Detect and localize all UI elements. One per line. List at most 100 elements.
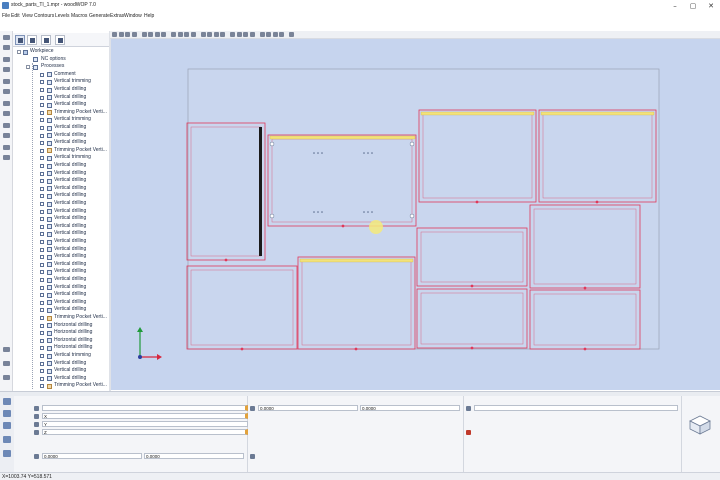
enable-checkbox[interactable] xyxy=(40,285,44,290)
enable-checkbox[interactable] xyxy=(40,224,44,229)
tree-item[interactable]: Vertical drilling xyxy=(13,253,109,261)
tree-item[interactable]: Vertical trimming xyxy=(13,154,109,162)
enable-checkbox[interactable] xyxy=(40,331,44,336)
enable-checkbox[interactable] xyxy=(40,232,44,237)
nc-generate-icon[interactable] xyxy=(279,32,284,37)
tree-item[interactable]: Vertical drilling xyxy=(13,170,109,178)
y-field[interactable]: Y xyxy=(42,421,248,427)
param-field-1[interactable]: 0.0000 xyxy=(258,405,358,411)
tree-item-processes[interactable]: - Processes xyxy=(13,63,109,71)
router-icon[interactable] xyxy=(3,436,11,443)
menu-extras[interactable]: Extras xyxy=(110,13,124,19)
tree-item[interactable]: Trimming Pocket Verti... xyxy=(13,109,109,117)
rotate-icon[interactable] xyxy=(207,32,212,37)
param-field-2[interactable]: 0.0000 xyxy=(360,405,460,411)
rectangle-tool-icon[interactable] xyxy=(3,101,10,106)
enable-checkbox[interactable] xyxy=(40,346,44,351)
layer-tool-icon[interactable] xyxy=(3,347,10,352)
collapse-icon[interactable]: - xyxy=(26,65,30,70)
lower-field-2[interactable]: 0.0000 xyxy=(144,453,244,459)
menu-levels[interactable]: Levels xyxy=(55,13,69,19)
enable-checkbox[interactable] xyxy=(40,186,44,191)
simulate-icon[interactable] xyxy=(272,32,278,37)
menu-macros[interactable]: Macros xyxy=(71,13,87,19)
tree-item[interactable]: Vertical drilling xyxy=(13,94,109,102)
tree-item[interactable]: Vertical drilling xyxy=(13,238,109,246)
maximize-button[interactable]: ▢ xyxy=(686,1,700,11)
save-icon[interactable] xyxy=(125,32,130,37)
tree-item[interactable]: Vertical trimming xyxy=(13,352,109,360)
collapse-icon[interactable]: - xyxy=(17,50,21,55)
view-3d-icon[interactable] xyxy=(236,32,242,37)
trim-tool-icon[interactable] xyxy=(3,145,10,150)
enable-checkbox[interactable] xyxy=(40,133,44,138)
tree-item[interactable]: Vertical drilling xyxy=(13,375,109,383)
enable-checkbox[interactable] xyxy=(40,293,44,298)
enable-checkbox[interactable] xyxy=(40,323,44,328)
enable-checkbox[interactable] xyxy=(40,247,44,252)
enable-checkbox[interactable] xyxy=(40,103,44,108)
menu-file[interactable]: File xyxy=(2,13,10,19)
menu-help[interactable]: Help xyxy=(144,13,154,19)
value-field[interactable] xyxy=(42,405,248,411)
circle-tool-icon[interactable] xyxy=(3,79,10,84)
extend-tool-icon[interactable] xyxy=(3,155,10,160)
view-top-icon[interactable] xyxy=(213,32,219,37)
enable-checkbox[interactable] xyxy=(40,255,44,260)
enable-checkbox[interactable] xyxy=(40,384,44,389)
edge-icon[interactable] xyxy=(3,450,11,457)
enable-checkbox[interactable] xyxy=(40,179,44,184)
tree-root-workpiece[interactable]: - Workpiece xyxy=(13,48,109,56)
drill-icon[interactable] xyxy=(3,410,11,417)
grid-icon[interactable] xyxy=(243,32,248,37)
enable-checkbox[interactable] xyxy=(40,300,44,305)
tree-item[interactable]: Vertical drilling xyxy=(13,162,109,170)
tree-item[interactable]: Horizontal drilling xyxy=(13,344,109,352)
tree-item[interactable]: Vertical drilling xyxy=(13,101,109,109)
tab-processes[interactable] xyxy=(15,35,25,45)
enable-checkbox[interactable] xyxy=(40,141,44,146)
tab-layers[interactable] xyxy=(55,35,65,45)
tree-item[interactable]: Vertical drilling xyxy=(13,185,109,193)
paste-icon[interactable] xyxy=(154,32,160,37)
tab-variables[interactable] xyxy=(27,35,37,45)
select-tool-icon[interactable] xyxy=(3,35,10,40)
tree-item[interactable]: Vertical trimming xyxy=(13,78,109,86)
enable-checkbox[interactable] xyxy=(40,369,44,374)
zoom-in-icon[interactable] xyxy=(177,32,183,37)
tool-icon[interactable] xyxy=(3,398,11,405)
stack-tool-icon[interactable] xyxy=(3,361,10,366)
arc-tool-icon[interactable] xyxy=(3,57,10,62)
enable-checkbox[interactable] xyxy=(40,338,44,343)
enable-checkbox[interactable] xyxy=(40,118,44,123)
line-tool-icon[interactable] xyxy=(3,45,10,50)
offset-tool-icon[interactable] xyxy=(3,133,10,138)
tree-item[interactable]: Vertical trimming xyxy=(13,116,109,124)
tree-item[interactable]: Vertical drilling xyxy=(13,230,109,238)
fillet-tool-icon[interactable] xyxy=(3,123,10,128)
simulation-tool-icon[interactable] xyxy=(3,375,10,380)
tree-item[interactable]: Vertical drilling xyxy=(13,261,109,269)
z-field[interactable]: Z xyxy=(42,429,248,435)
tree-item[interactable]: Horizontal drilling xyxy=(13,329,109,337)
copy-icon[interactable] xyxy=(148,32,153,37)
enable-checkbox[interactable] xyxy=(40,110,44,115)
tree-item[interactable]: Vertical drilling xyxy=(13,223,109,231)
menu-window[interactable]: Window xyxy=(124,13,142,19)
redo-icon[interactable] xyxy=(171,32,176,37)
tree-item[interactable]: Vertical drilling xyxy=(13,306,109,314)
tree-item[interactable]: Vertical drilling xyxy=(13,291,109,299)
tree-item-nc-options[interactable]: NC options xyxy=(13,56,109,64)
enable-checkbox[interactable] xyxy=(40,240,44,244)
view-cube-icon[interactable] xyxy=(686,413,714,437)
enable-checkbox[interactable] xyxy=(40,156,44,161)
workpiece-canvas[interactable] xyxy=(111,39,720,390)
tree-item[interactable]: Vertical drilling xyxy=(13,268,109,276)
tree-item[interactable]: Trimming Pocket Verti... xyxy=(13,314,109,322)
x-field[interactable]: X xyxy=(42,413,248,419)
tree-item[interactable]: Comment xyxy=(13,71,109,79)
view-front-icon[interactable] xyxy=(220,32,225,37)
tree-item[interactable]: Vertical drilling xyxy=(13,124,109,132)
ellipse-tool-icon[interactable] xyxy=(3,89,10,94)
tree-item[interactable]: Vertical drilling xyxy=(13,208,109,216)
